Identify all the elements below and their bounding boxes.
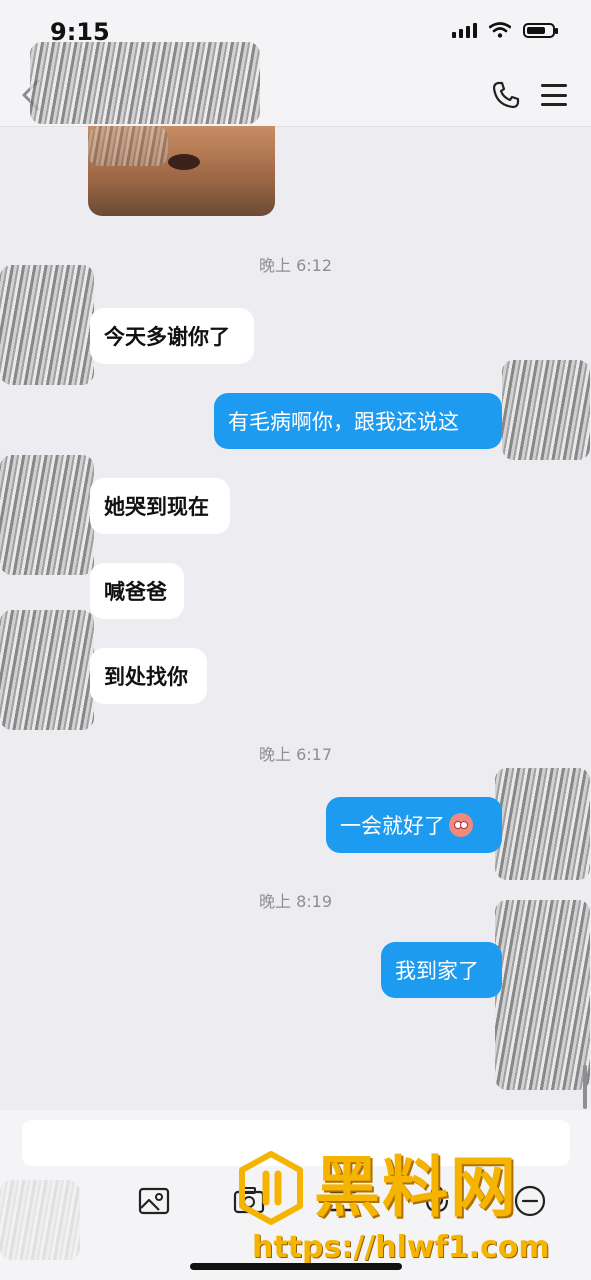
message-text: 到处找你 [104,664,188,689]
redacted-photo-overlay [88,126,168,166]
message-bubble-outgoing[interactable]: 有毛病啊你，跟我还说这 [214,393,502,449]
message-bubble-outgoing[interactable]: 一会就好了 [326,797,502,853]
watermark-logo-icon [239,1151,303,1225]
message-bubble-incoming[interactable]: 到处找你 [90,648,207,704]
avatar[interactable] [495,768,590,880]
message-text: 我到家了 [395,959,479,983]
redacted-contact-name [30,42,260,124]
message-text: 有毛病啊你，跟我还说这 [228,410,459,434]
avatar[interactable] [0,265,94,385]
scrollbar[interactable] [583,1065,587,1109]
watermark-url: https://hlwf1.com [252,1230,550,1265]
message-bubble-incoming[interactable]: 她哭到现在 [90,478,230,534]
image-icon[interactable] [137,1184,171,1218]
avatar[interactable] [495,900,590,1090]
signal-icon [452,22,477,38]
flushed-face-emoji-icon [449,813,473,837]
message-text: 一会就好了 [340,814,445,838]
status-icons [452,22,558,38]
message-bubble-incoming[interactable]: 今天多谢你了 [90,308,254,364]
home-indicator[interactable] [190,1263,402,1270]
message-text: 她哭到现在 [104,494,209,519]
phone-icon[interactable] [491,80,521,110]
battery-icon [523,22,558,38]
watermark-title: 黑料网 [314,1149,518,1226]
message-bubble-outgoing[interactable]: 我到家了 [381,942,502,998]
redacted-input-corner [0,1180,80,1260]
hamburger-menu-icon[interactable] [541,84,567,106]
avatar[interactable] [0,610,94,730]
wifi-icon [489,22,511,38]
timestamp: 晚上 6:17 [258,745,333,764]
message-bubble-incoming[interactable]: 喊爸爸 [90,563,184,619]
message-text: 今天多谢你了 [104,324,230,349]
avatar[interactable] [0,455,94,575]
message-text: 喊爸爸 [104,579,167,604]
avatar[interactable] [502,360,590,460]
more-icon[interactable] [513,1184,547,1218]
